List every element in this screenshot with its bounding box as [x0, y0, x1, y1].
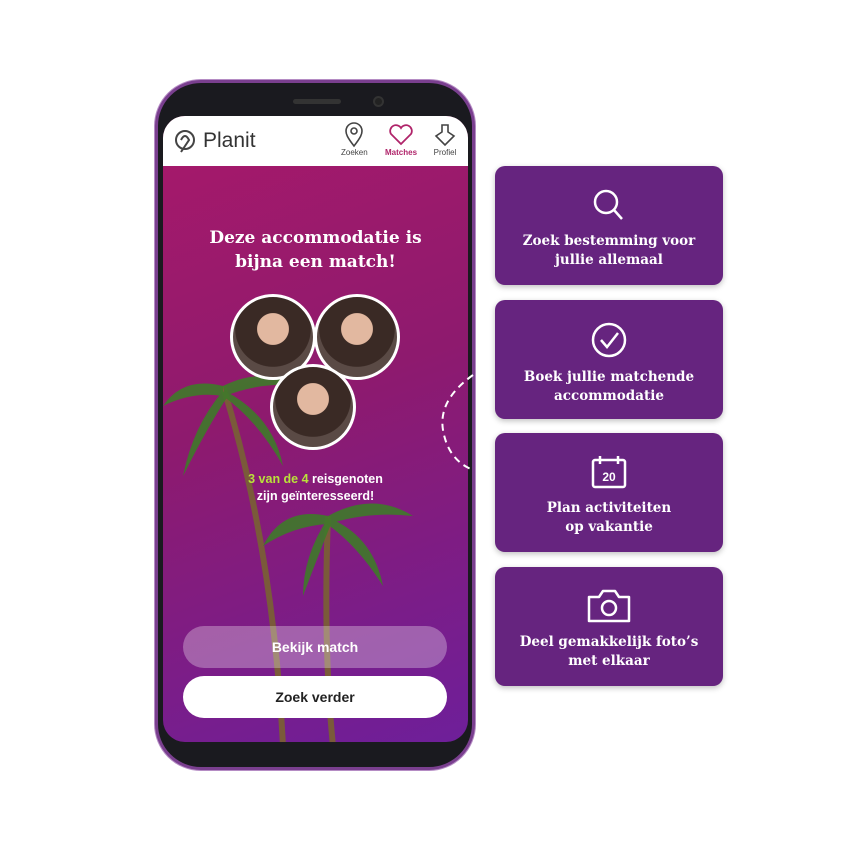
app-screen: Planit Zoeken Matches Profiel Deze accom… — [163, 116, 468, 742]
nav-label: Zoeken — [341, 148, 368, 157]
camera-icon — [587, 589, 631, 623]
feature-card-photos: Deel gemakkelijk foto’s met elkaar — [495, 567, 723, 686]
app-header: Planit Zoeken Matches Profiel — [163, 116, 468, 166]
view-match-button[interactable]: Bekijk match — [183, 626, 447, 668]
match-title: Deze accommodatie is bijna een match! — [209, 228, 422, 272]
planit-logo-icon — [175, 130, 195, 153]
nav-matches[interactable]: Matches — [385, 122, 417, 157]
nav-zoeken[interactable]: Zoeken — [341, 122, 368, 157]
svg-text:20: 20 — [602, 470, 616, 484]
speaker — [293, 99, 341, 104]
nav-profiel[interactable]: Profiel — [433, 122, 457, 157]
feature-card-plan: 20 Plan activiteiten op vakantie — [495, 433, 723, 552]
camera — [373, 96, 384, 107]
search-icon — [593, 189, 623, 220]
interest-count: 3 van de 4 reisgenoten zijn geïnteresseer… — [248, 472, 383, 503]
feature-card-book: Boek jullie matchende accommodatie — [495, 300, 723, 419]
calendar-icon: 20 — [591, 456, 627, 489]
nav-label: Matches — [385, 148, 418, 157]
map-pin-icon — [345, 122, 364, 148]
app-logo-text: Planit — [203, 129, 256, 152]
phone-mockup: Planit Zoeken Matches Profiel Deze accom… — [155, 80, 475, 770]
avatar — [270, 364, 356, 450]
heart-icon — [389, 124, 413, 146]
profile-icon — [434, 124, 456, 147]
feature-card-search: Zoek bestemming voor jullie allemaal — [495, 166, 723, 285]
search-further-button[interactable]: Zoek verder — [183, 676, 447, 718]
nav-label: Profiel — [433, 148, 457, 157]
dashed-connector — [441, 374, 474, 471]
check-circle-icon — [591, 322, 627, 358]
